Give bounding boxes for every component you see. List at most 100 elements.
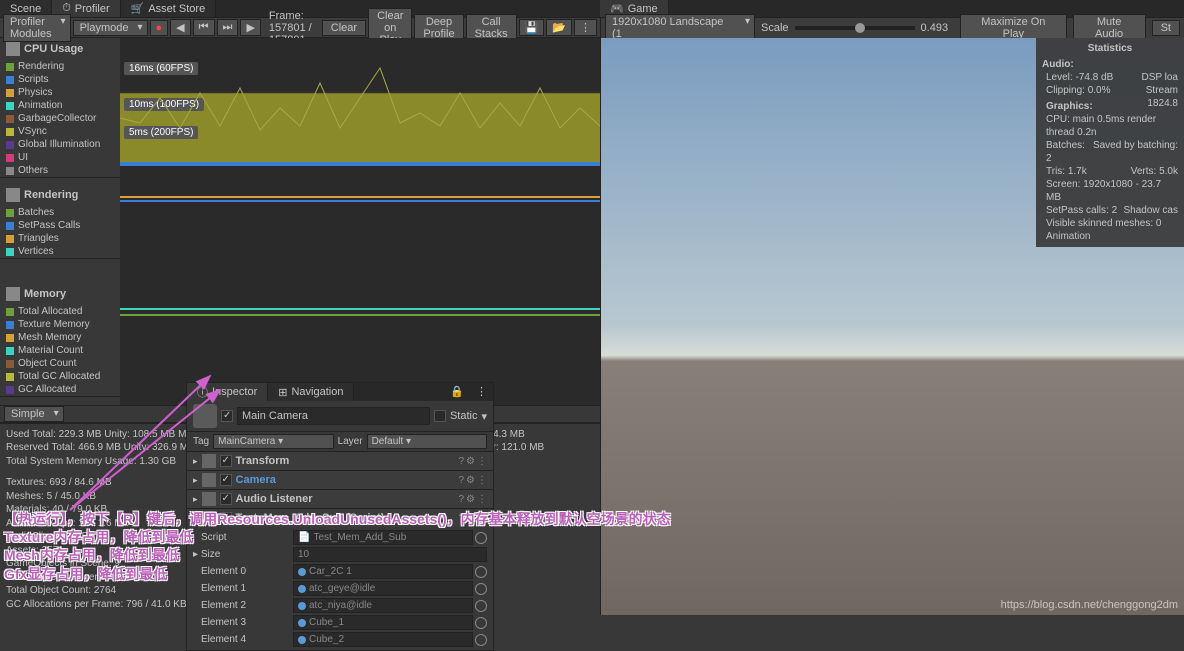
rendering-icon: [6, 188, 20, 202]
preset-icon[interactable]: ⚙: [466, 513, 475, 524]
menu-icon[interactable]: ⋮: [574, 19, 597, 36]
menu-icon[interactable]: ⋮: [477, 456, 487, 467]
element-field[interactable]: Car_2C 1: [293, 564, 473, 579]
simple-dropdown[interactable]: Simple: [4, 406, 64, 422]
profiler-graph-area[interactable]: 16ms (60FPS) 10ms (100FPS) 5ms (200FPS): [120, 38, 600, 405]
component-header[interactable]: ▸ Audio Listener ? ⚙ ⋮: [187, 490, 493, 508]
lock-icon[interactable]: 🔒: [444, 383, 470, 401]
load-icon[interactable]: 📂: [546, 19, 572, 36]
legend-dot: [6, 141, 14, 149]
menu-icon[interactable]: ⋮: [477, 513, 487, 524]
legend-item[interactable]: GarbageCollector: [0, 112, 120, 125]
legend-dot: [6, 321, 14, 329]
element-field[interactable]: atc_niya@idle: [293, 598, 473, 613]
object-name-input[interactable]: [237, 407, 430, 425]
preset-icon[interactable]: ⚙: [466, 494, 475, 505]
legend-dot: [6, 128, 14, 136]
legend-item[interactable]: Triangles: [0, 232, 120, 245]
rendering-section: Rendering BatchesSetPass CallsTrianglesV…: [0, 184, 120, 259]
watermark: https://blog.csdn.net/chenggong2dm: [1001, 599, 1178, 611]
legend-item[interactable]: Animation: [0, 99, 120, 112]
object-picker-icon[interactable]: [475, 566, 487, 578]
element-field[interactable]: Cube_1: [293, 615, 473, 630]
legend-item[interactable]: Physics: [0, 86, 120, 99]
menu-icon[interactable]: ⋮: [477, 494, 487, 505]
object-picker-icon[interactable]: [475, 583, 487, 595]
object-picker-icon[interactable]: [475, 617, 487, 629]
legend-item[interactable]: Mesh Memory: [0, 331, 120, 344]
next-step-button[interactable]: ⏭: [217, 19, 239, 36]
legend-item[interactable]: Others: [0, 164, 120, 177]
help-icon[interactable]: ?: [458, 456, 464, 467]
object-picker-icon[interactable]: [475, 634, 487, 646]
tag-dropdown[interactable]: MainCamera ▾: [213, 434, 333, 449]
next-frame-button[interactable]: ▶: [240, 19, 260, 36]
static-checkbox[interactable]: [434, 410, 446, 422]
legend-dot: [6, 167, 14, 175]
component-header[interactable]: ▸ Test_Mem_Add_Sub (Script) ? ⚙ ⋮: [187, 509, 493, 527]
chevron-right-icon: ▸: [193, 494, 198, 505]
playmode-dropdown[interactable]: Playmode: [73, 20, 148, 36]
legend-item[interactable]: Rendering: [0, 60, 120, 73]
legend-item[interactable]: Texture Memory: [0, 318, 120, 331]
menu-icon[interactable]: ⋮: [477, 475, 487, 486]
legend-item[interactable]: GC Allocated: [0, 383, 120, 396]
preset-icon[interactable]: ⚙: [466, 475, 475, 486]
legend-dot: [6, 209, 14, 217]
legend-item[interactable]: Total GC Allocated: [0, 370, 120, 383]
game-view[interactable]: Statistics Audio: Level: -74.8 dBDSP loa…: [601, 38, 1184, 615]
component-enabled-checkbox[interactable]: [220, 512, 232, 524]
layer-dropdown[interactable]: Default ▾: [367, 434, 487, 449]
inspector-window: ⓘInspector ⊞Navigation 🔒 ⋮ Static ▾ Tag …: [186, 382, 494, 651]
prev-frame-button[interactable]: ◀: [170, 19, 190, 36]
script-field[interactable]: 📄Test_Mem_Add_Sub: [293, 530, 473, 545]
object-icon: [298, 619, 306, 627]
record-button[interactable]: ●: [150, 20, 169, 36]
menu-icon[interactable]: ⋮: [470, 383, 493, 401]
legend-dot: [6, 373, 14, 381]
legend-dot: [6, 386, 14, 394]
object-picker-icon[interactable]: [475, 600, 487, 612]
prev-step-button[interactable]: ⏮: [193, 19, 215, 36]
memory-section: Memory Total AllocatedTexture MemoryMesh…: [0, 283, 120, 397]
component-icon: [202, 473, 216, 487]
legend-item[interactable]: SetPass Calls: [0, 219, 120, 232]
legend-dot: [6, 115, 14, 123]
component-header[interactable]: ▸ Camera ? ⚙ ⋮: [187, 471, 493, 489]
size-field[interactable]: 10: [293, 547, 487, 562]
component-enabled-checkbox[interactable]: [220, 474, 232, 486]
legend-dot: [6, 248, 14, 256]
stats-button[interactable]: St: [1152, 20, 1180, 36]
tab-navigation[interactable]: ⊞Navigation: [268, 383, 354, 401]
help-icon[interactable]: ?: [458, 494, 464, 505]
legend-item[interactable]: Batches: [0, 206, 120, 219]
element-field[interactable]: atc_geye@idle: [293, 581, 473, 596]
object-picker-icon[interactable]: [475, 532, 487, 544]
legend-item[interactable]: Object Count: [0, 357, 120, 370]
legend-item[interactable]: Material Count: [0, 344, 120, 357]
help-icon[interactable]: ?: [458, 513, 464, 524]
legend-item[interactable]: Vertices: [0, 245, 120, 258]
component-icon: [202, 492, 216, 506]
legend-item[interactable]: Scripts: [0, 73, 120, 86]
active-checkbox[interactable]: [221, 410, 233, 422]
clear-button[interactable]: Clear: [322, 20, 366, 36]
store-icon: 🛒: [131, 2, 145, 15]
save-icon[interactable]: 💾: [519, 19, 545, 36]
component-enabled-checkbox[interactable]: [220, 455, 232, 467]
legend-item[interactable]: Total Allocated: [0, 305, 120, 318]
tab-inspector[interactable]: ⓘInspector: [187, 383, 268, 401]
component-header[interactable]: ▸ Transform ? ⚙ ⋮: [187, 452, 493, 470]
legend-item[interactable]: UI: [0, 151, 120, 164]
legend-item[interactable]: VSync: [0, 125, 120, 138]
legend-dot: [6, 89, 14, 97]
preset-icon[interactable]: ⚙: [466, 456, 475, 467]
profiler-modules-dropdown[interactable]: Profiler Modules: [3, 14, 71, 42]
help-icon[interactable]: ?: [458, 475, 464, 486]
element-field[interactable]: Cube_2: [293, 632, 473, 647]
scale-slider[interactable]: [795, 26, 915, 30]
tab-assetstore[interactable]: 🛒Asset Store: [121, 0, 217, 17]
legend-item[interactable]: Global Illumination: [0, 138, 120, 151]
chevron-down-icon[interactable]: ▾: [481, 410, 487, 423]
component-enabled-checkbox[interactable]: [220, 493, 232, 505]
